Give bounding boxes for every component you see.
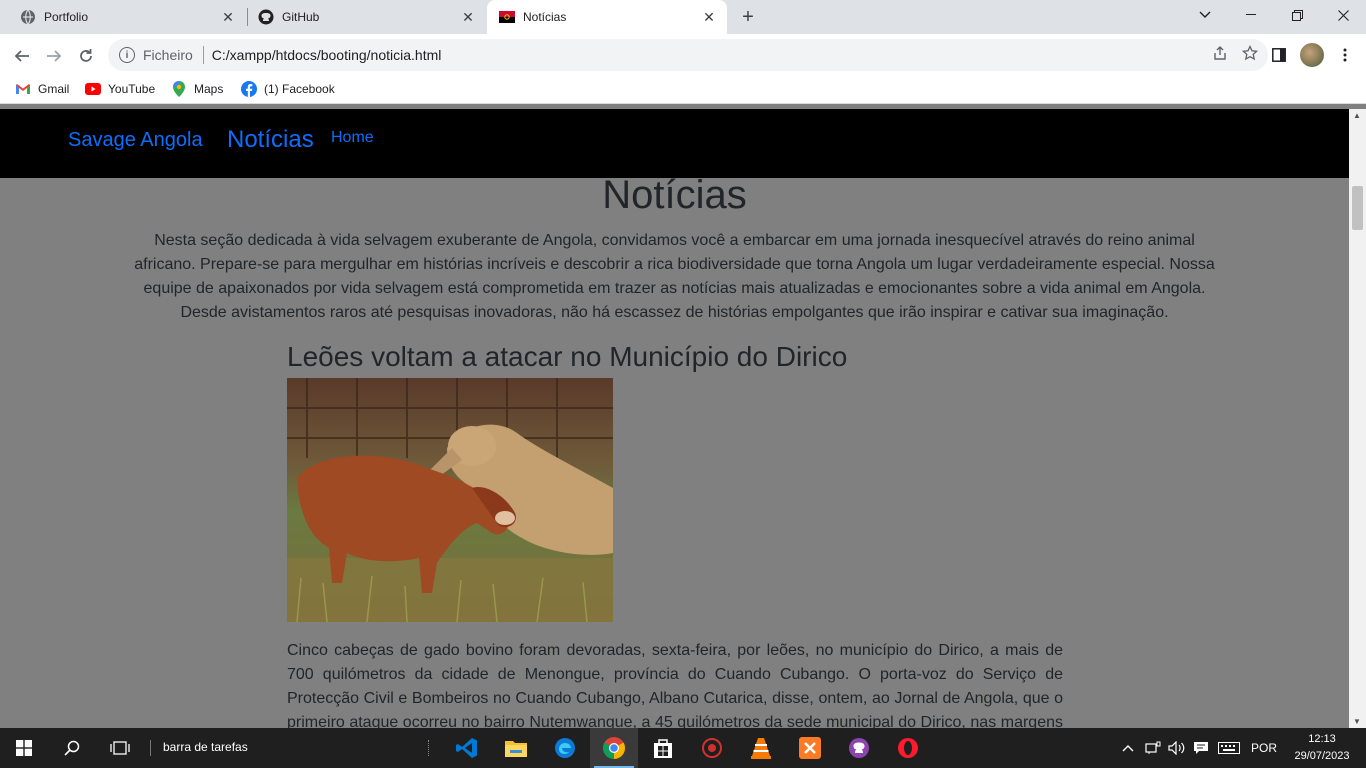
more-menu-icon[interactable] (1332, 42, 1358, 68)
address-url[interactable]: C:/xampp/htdocs/booting/noticia.html (212, 47, 442, 63)
facebook-icon (241, 81, 257, 97)
page-scrollbar[interactable]: ▲ ▼ (1349, 109, 1366, 728)
maps-icon (171, 81, 187, 97)
clock-time: 12:13 (1308, 733, 1336, 745)
tab-noticias[interactable]: Notícias ✕ (487, 0, 727, 34)
volume-icon[interactable] (1168, 728, 1186, 768)
bookmark-facebook[interactable]: (1) Facebook (241, 81, 335, 97)
side-panel-icon[interactable] (1266, 42, 1292, 68)
close-icon[interactable]: ✕ (460, 9, 476, 25)
forward-button[interactable] (40, 42, 68, 70)
share-icon[interactable] (1212, 45, 1228, 66)
close-window-button[interactable] (1320, 0, 1366, 30)
network-icon[interactable] (1145, 728, 1163, 768)
nav-noticias-link[interactable]: Notícias (227, 126, 314, 154)
clock-date: 29/07/2023 (1294, 750, 1350, 762)
bookmark-gmail[interactable]: Gmail (15, 81, 69, 97)
page-title: Notícias (602, 173, 747, 217)
bookmark-label: Maps (194, 82, 224, 96)
vlc-icon[interactable] (737, 728, 785, 768)
article-title: Leões voltam a atacar no Município do Di… (287, 341, 848, 372)
restore-button[interactable] (1274, 0, 1320, 30)
address-divider (202, 46, 204, 64)
windows-start-icon[interactable] (0, 728, 48, 768)
avatar[interactable] (1300, 43, 1324, 67)
scroll-down-arrow-icon[interactable]: ▼ (1353, 717, 1361, 726)
tab-portfolio[interactable]: Portfolio ✕ (0, 0, 246, 34)
taskbar-toolbar-label[interactable]: barra de tarefas (163, 740, 248, 754)
tray-overflow-chevron-icon[interactable] (1122, 728, 1138, 768)
tab-title: Notícias (523, 10, 567, 24)
globe-icon (20, 9, 36, 25)
taskbar-divider (150, 740, 151, 756)
store-icon[interactable] (639, 728, 687, 768)
scroll-up-arrow-icon[interactable]: ▲ (1353, 111, 1361, 120)
new-tab-button[interactable]: + (736, 5, 760, 29)
xampp-icon[interactable] (786, 728, 834, 768)
address-scheme: Ficheiro (143, 47, 193, 63)
task-view-icon[interactable] (96, 728, 144, 768)
reload-button[interactable] (72, 42, 100, 70)
nav-home-link[interactable]: Home (331, 129, 374, 147)
tab-search-chevron-icon[interactable] (1182, 0, 1228, 30)
input-language[interactable]: POR (1251, 728, 1277, 768)
minimize-button[interactable] (1228, 0, 1274, 30)
page-viewport: Savage Angola Notícias Home Notícias Nes… (0, 109, 1349, 728)
github-icon (258, 9, 274, 25)
back-button[interactable] (8, 42, 36, 70)
app-red-icon[interactable] (688, 728, 736, 768)
bookmarks-bar: Gmail YouTube Maps (1) Facebook (0, 76, 1366, 104)
browser-toolbar: i Ficheiro C:/xampp/htdocs/booting/notic… (0, 34, 1366, 76)
windows-taskbar: barra de tarefas POR 12:13 29/07/2023 (0, 728, 1366, 768)
angola-flag-icon (499, 9, 515, 25)
opera-icon[interactable] (884, 728, 932, 768)
bookmark-label: YouTube (108, 82, 156, 96)
bookmark-youtube[interactable]: YouTube (85, 81, 155, 97)
intro-paragraph: Nesta seção dedicada à vida selvagem exu… (134, 232, 1215, 321)
bookmark-label: (1) Facebook (264, 82, 335, 96)
github-desktop-icon[interactable] (835, 728, 883, 768)
tab-title: GitHub (282, 10, 320, 24)
site-brand-link[interactable]: Savage Angola (68, 129, 203, 152)
bookmark-label: Gmail (38, 82, 70, 96)
tab-title: Portfolio (44, 10, 89, 24)
lion-attacking-cow-image (287, 378, 613, 622)
address-bar[interactable]: i Ficheiro C:/xampp/htdocs/booting/notic… (108, 39, 1268, 71)
article-body: Cinco cabeças de gado bovino foram devor… (287, 642, 1063, 728)
notifications-icon[interactable] (1193, 728, 1211, 768)
address-actions (1212, 44, 1259, 66)
vscode-icon[interactable] (443, 728, 491, 768)
taskbar-grip (428, 740, 430, 756)
gmail-icon (15, 81, 31, 97)
chrome-icon[interactable] (590, 728, 638, 768)
file-explorer-icon[interactable] (492, 728, 540, 768)
keyboard-icon[interactable] (1218, 728, 1242, 768)
close-icon[interactable]: ✕ (701, 9, 717, 25)
close-icon[interactable]: ✕ (220, 9, 236, 25)
youtube-icon (85, 81, 101, 97)
bookmark-star-icon[interactable] (1241, 44, 1259, 66)
tab-github[interactable]: GitHub ✕ (238, 0, 486, 34)
search-icon[interactable] (48, 728, 96, 768)
edge-icon[interactable] (541, 728, 589, 768)
tab-strip: Portfolio ✕ GitHub ✕ Notícias ✕ + (0, 0, 1366, 34)
site-navbar: Savage Angola Notícias Home (0, 109, 1349, 178)
scroll-thumb[interactable] (1352, 186, 1363, 230)
system-clock[interactable]: 12:13 29/07/2023 (1282, 731, 1362, 765)
bookmark-maps[interactable]: Maps (171, 81, 223, 97)
info-icon[interactable]: i (119, 47, 135, 63)
